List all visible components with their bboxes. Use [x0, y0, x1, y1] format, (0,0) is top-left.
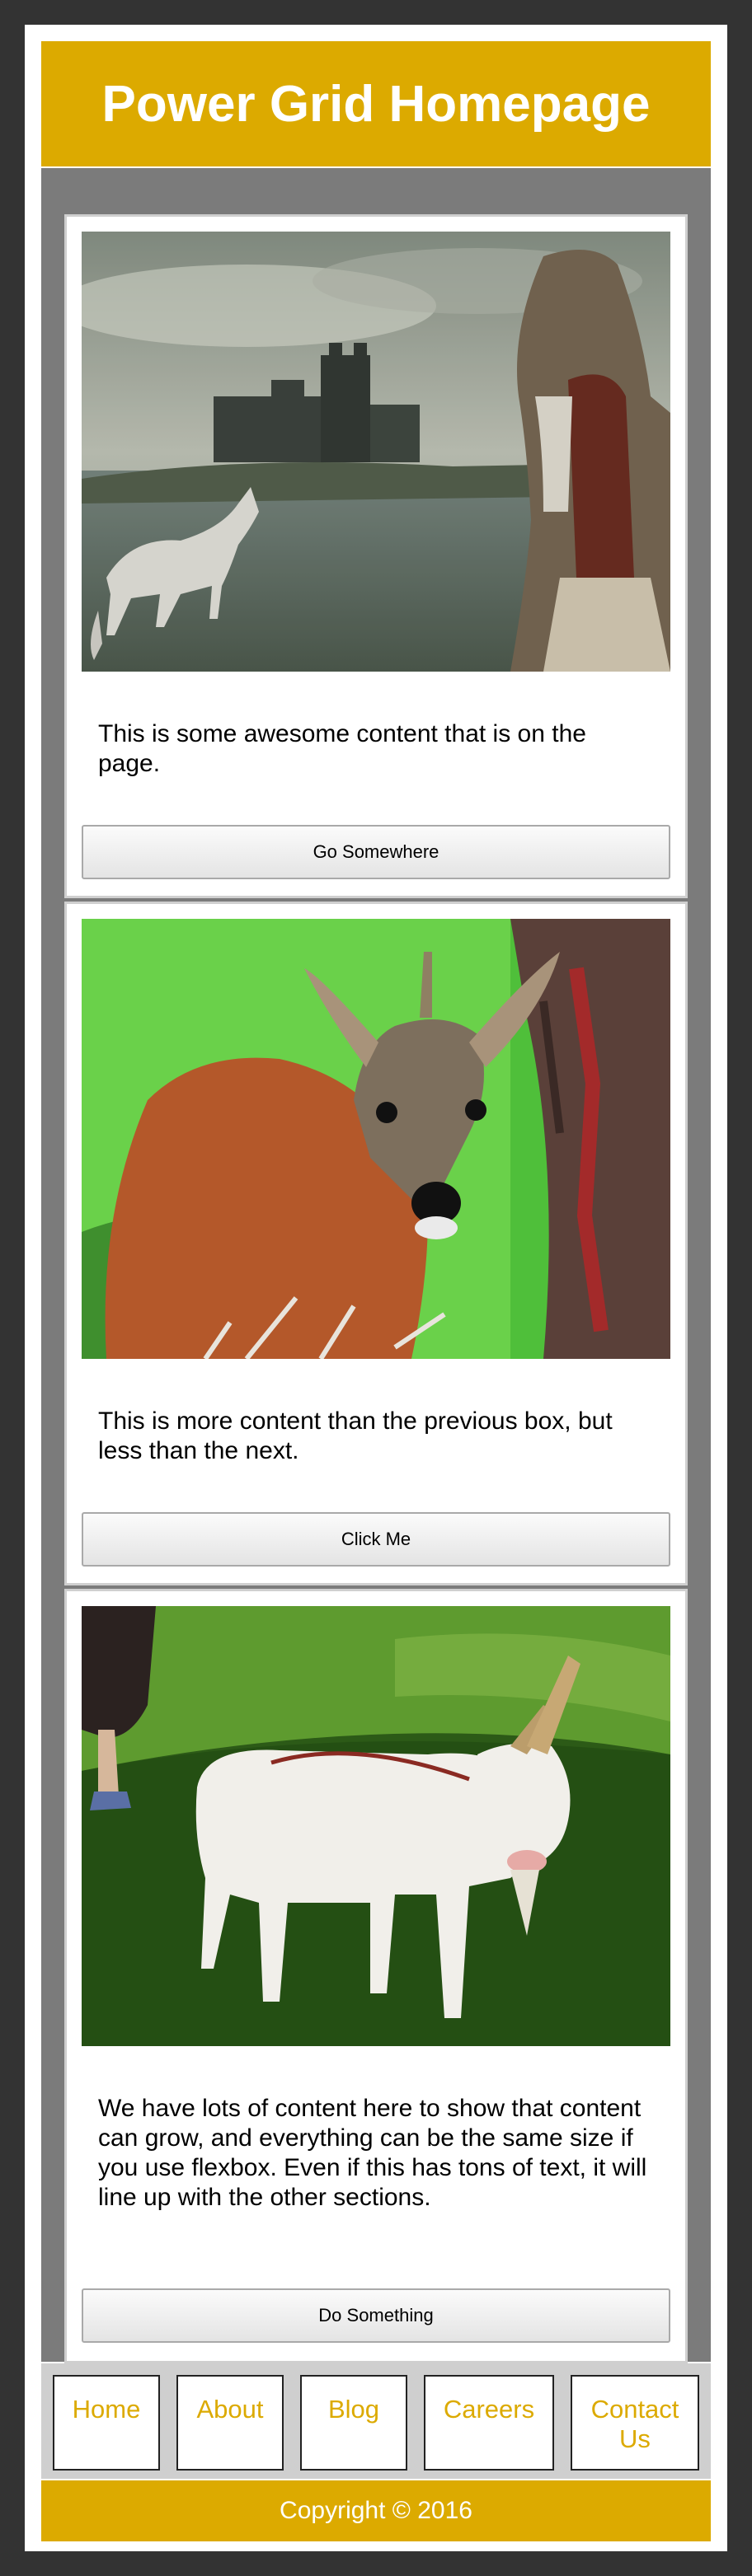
- footer-nav: Home About Blog Careers Contact Us: [41, 2363, 711, 2479]
- deer-image: [82, 919, 670, 1359]
- goat-image: [82, 1606, 670, 2046]
- castle-unicorn-woman-image: [82, 232, 670, 672]
- content-card: We have lots of content here to show tha…: [64, 1589, 688, 2363]
- footer: Copyright © 2016: [41, 2480, 711, 2541]
- card-text: This is some awesome content that is on …: [98, 720, 586, 777]
- nav-item-contact-us[interactable]: Contact Us: [571, 2375, 699, 2471]
- header: Power Grid Homepage: [41, 41, 711, 166]
- nav-item-blog[interactable]: Blog: [300, 2375, 407, 2471]
- content-card: This is some awesome content that is on …: [64, 214, 688, 898]
- page-container: Power Grid Homepage This is some awesome…: [25, 25, 727, 2551]
- card-text: We have lots of content here to show tha…: [98, 2095, 647, 2211]
- nav-item-about[interactable]: About: [176, 2375, 284, 2471]
- nav-item-careers[interactable]: Careers: [424, 2375, 554, 2471]
- main-content: This is some awesome content that is on …: [41, 168, 711, 2363]
- go-somewhere-button[interactable]: Go Somewhere: [82, 825, 670, 879]
- page-title: Power Grid Homepage: [101, 75, 651, 133]
- nav-item-home[interactable]: Home: [53, 2375, 160, 2471]
- content-card: This is more content than the previous b…: [64, 902, 688, 1585]
- copyright-text: Copyright © 2016: [280, 2497, 472, 2524]
- click-me-button[interactable]: Click Me: [82, 1512, 670, 1567]
- do-something-button[interactable]: Do Something: [82, 2288, 670, 2343]
- card-text: This is more content than the previous b…: [98, 1407, 613, 1464]
